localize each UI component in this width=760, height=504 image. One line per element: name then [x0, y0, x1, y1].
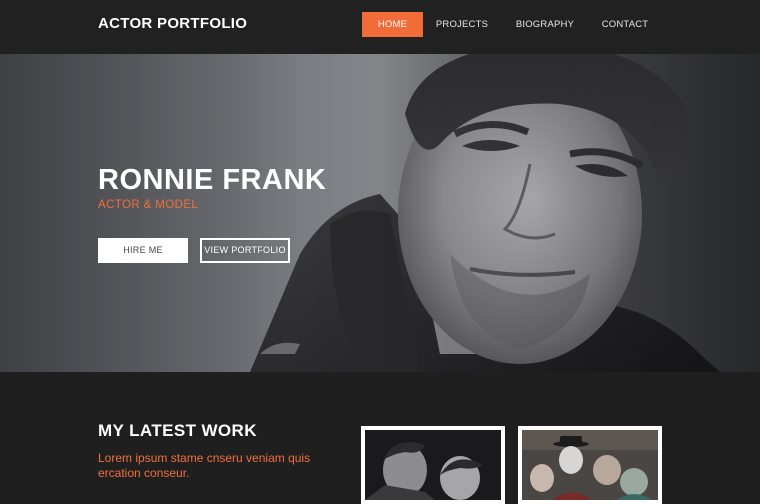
hero-title: RONNIE FRANK [98, 164, 327, 196]
nav-home[interactable]: HOME [362, 12, 423, 37]
work-thumbnail-2[interactable] [518, 426, 662, 504]
nav-biography[interactable]: BIOGRAPHY [510, 12, 580, 37]
work-thumbnail-1[interactable] [361, 426, 505, 504]
view-portfolio-button[interactable]: VIEW PORTFOLIO [200, 238, 290, 263]
hire-me-button[interactable]: HIRE ME [98, 238, 188, 263]
page: ACTOR PORTFOLIO HOME PROJECTS BIOGRAPHY … [0, 0, 760, 504]
nav-contact[interactable]: CONTACT [594, 12, 656, 37]
site-header: ACTOR PORTFOLIO HOME PROJECTS BIOGRAPHY … [0, 0, 760, 54]
site-logo[interactable]: ACTOR PORTFOLIO [98, 15, 247, 32]
hero-subtitle: ACTOR & MODEL [98, 199, 199, 211]
latest-work-heading: MY LATEST WORK [98, 421, 257, 440]
nav-projects[interactable]: PROJECTS [428, 12, 496, 37]
hero-section: RONNIE FRANK ACTOR & MODEL HIRE ME VIEW … [0, 54, 760, 372]
latest-work-text: Lorem ipsum stame cnseru veniam quis erc… [98, 451, 311, 480]
hero-portrait-image [0, 54, 760, 372]
